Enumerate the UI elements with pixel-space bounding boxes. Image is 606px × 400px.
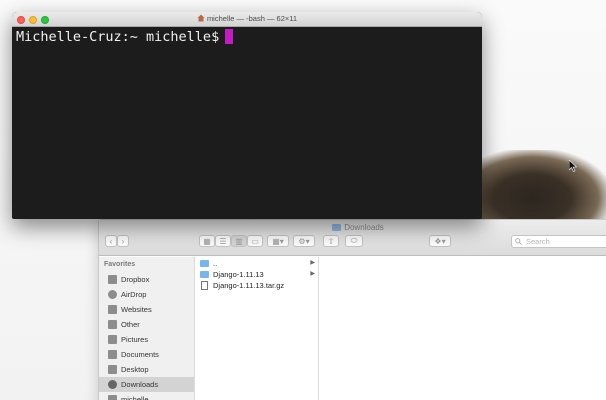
- terminal-output[interactable]: Michelle-Cruz:~ michelle$: [12, 27, 482, 48]
- forward-button[interactable]: ›: [117, 235, 129, 247]
- shell-prompt: Michelle-Cruz:~ michelle$: [16, 29, 220, 45]
- gallery-view-button[interactable]: ▭: [247, 235, 263, 247]
- finder-window[interactable]: Downloads ‹ › ▦ ☰ ▥ ▭ ▦▾ ⚙▾ ⇧ ⬭ ❖▾ Searc…: [98, 219, 606, 400]
- home-icon: [197, 14, 205, 22]
- sidebar-item-label: Other: [121, 320, 140, 329]
- file-name: Django-1.11.13.tar.gz: [213, 280, 285, 290]
- sidebar-item-desktop[interactable]: Desktop: [99, 362, 194, 377]
- finder-toolbar: ‹ › ▦ ☰ ▥ ▭ ▦▾ ⚙▾ ⇧ ⬭ ❖▾ Search: [99, 235, 606, 249]
- search-placeholder: Search: [526, 237, 550, 246]
- file-name: ..: [213, 258, 218, 268]
- folder-icon: [200, 270, 209, 278]
- sidebar-item-label: Pictures: [121, 335, 149, 344]
- file-row-parent-folder[interactable]: .. ▶: [196, 258, 318, 268]
- finder-title: Downloads: [99, 223, 606, 232]
- search-icon: [515, 238, 522, 245]
- file-name: Django-1.11.13: [213, 269, 264, 279]
- dropbox-icon: [108, 275, 117, 284]
- mouse-pointer-icon: [569, 160, 577, 172]
- icon-view-button[interactable]: ▦: [199, 235, 215, 247]
- finder-sidebar: Favorites Dropbox AirDrop Websites Other…: [99, 257, 195, 400]
- folder-icon: [108, 320, 117, 329]
- terminal-title: michelle — -bash — 62×11: [12, 14, 482, 23]
- column-view-button[interactable]: ▥: [231, 235, 247, 247]
- sidebar-item-label: Desktop: [121, 365, 149, 374]
- terminal-titlebar[interactable]: michelle — -bash — 62×11: [12, 12, 482, 27]
- text-cursor: [225, 29, 234, 44]
- sidebar-item-label: Dropbox: [121, 275, 150, 284]
- dropbox-menu-button[interactable]: ❖▾: [429, 235, 451, 247]
- camera-icon: [108, 335, 117, 344]
- sidebar-item-label: michelle: [121, 395, 149, 400]
- sidebar-item-michelle[interactable]: michelle: [99, 392, 194, 400]
- search-input[interactable]: Search: [511, 235, 606, 248]
- chevron-right-icon: ▶: [310, 260, 315, 266]
- wallpaper-image: [480, 150, 606, 230]
- file-row-django-archive[interactable]: Django-1.11.13.tar.gz: [196, 280, 318, 290]
- sidebar-item-other[interactable]: Other: [99, 317, 194, 332]
- sidebar-item-label: Downloads: [121, 380, 159, 389]
- action-gear-icon[interactable]: ⚙▾: [293, 235, 315, 247]
- tags-button[interactable]: ⬭: [345, 235, 363, 247]
- sidebar-item-downloads[interactable]: Downloads: [99, 377, 194, 392]
- sidebar-item-airdrop[interactable]: AirDrop: [99, 287, 194, 302]
- share-button[interactable]: ⇧: [323, 235, 339, 247]
- document-icon: [108, 350, 117, 359]
- folder-icon: [332, 224, 342, 231]
- sidebar-item-label: Documents: [121, 350, 159, 359]
- download-icon: [108, 380, 117, 389]
- sidebar-item-label: AirDrop: [121, 290, 147, 299]
- sidebar-item-dropbox[interactable]: Dropbox: [99, 272, 194, 287]
- arrange-button[interactable]: ▦▾: [267, 235, 289, 247]
- sidebar-heading: Favorites: [104, 261, 136, 268]
- folder-icon: [108, 305, 117, 314]
- terminal-window[interactable]: michelle — -bash — 62×11 Michelle-Cruz:~…: [12, 12, 482, 219]
- folder-icon: [200, 259, 209, 267]
- finder-title-label: Downloads: [344, 223, 384, 232]
- home-icon: [108, 395, 117, 400]
- sidebar-item-label: Websites: [121, 305, 152, 314]
- desktop-icon: [108, 365, 117, 374]
- airdrop-icon: [108, 290, 117, 299]
- file-row-django-folder[interactable]: Django-1.11.13 ▶: [196, 269, 318, 279]
- back-button[interactable]: ‹: [105, 235, 117, 247]
- terminal-title-label: michelle — -bash — 62×11: [206, 14, 298, 23]
- sidebar-item-pictures[interactable]: Pictures: [99, 332, 194, 347]
- sidebar-item-documents[interactable]: Documents: [99, 347, 194, 362]
- list-view-button[interactable]: ☰: [215, 235, 231, 247]
- archive-file-icon: [201, 280, 208, 290]
- chevron-right-icon: ▶: [310, 271, 315, 277]
- sidebar-item-websites[interactable]: Websites: [99, 302, 194, 317]
- finder-titlebar[interactable]: Downloads ‹ › ▦ ☰ ▥ ▭ ▦▾ ⚙▾ ⇧ ⬭ ❖▾ Searc…: [99, 220, 606, 256]
- file-column: .. ▶ Django-1.11.13 ▶ Django-1.11.13.tar…: [196, 257, 319, 400]
